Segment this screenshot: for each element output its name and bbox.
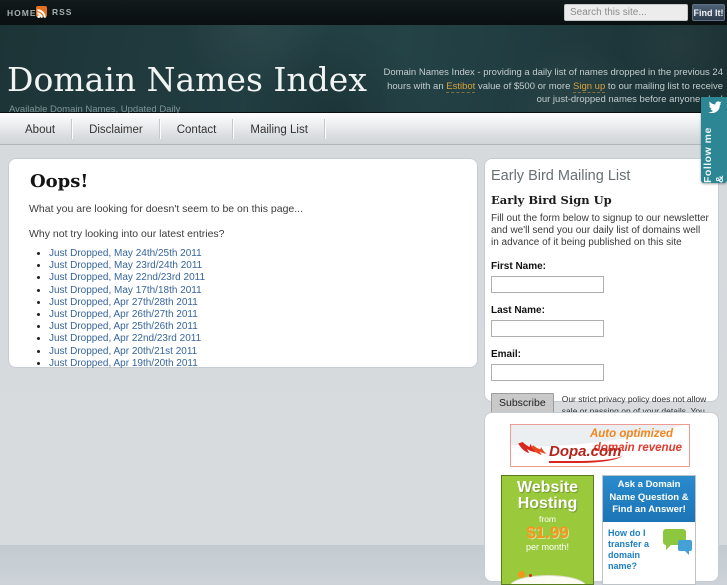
list-item: Just Dropped, May 24th/25th 2011	[49, 248, 477, 260]
search-button[interactable]: Find It!	[692, 4, 725, 21]
entry-link[interactable]: Just Dropped, May 22nd/23rd 2011	[49, 272, 205, 283]
mailing-list-panel: Early Bird Mailing List Early Bird Sign …	[484, 158, 719, 402]
entry-link[interactable]: Just Dropped, Apr 27th/28th 2011	[49, 297, 198, 308]
dopa-wing-icon	[517, 442, 547, 463]
header-desc-mid: value of $500 or more	[475, 81, 573, 92]
last-name-field[interactable]	[491, 320, 604, 337]
email-field[interactable]	[491, 364, 604, 381]
page-title: Oops!	[30, 171, 477, 192]
domain-question-ad[interactable]: Ask a Domain Name Question & Find an Ans…	[602, 475, 696, 585]
site-title: Domain Names Index	[7, 63, 367, 97]
list-item: Just Dropped, Apr 22nd/23rd 2011	[49, 333, 477, 345]
hosting-ad-per-month: per month!	[502, 542, 593, 552]
first-name-field[interactable]	[491, 276, 604, 293]
signup-form-intro: Fill out the form below to signup to our…	[491, 213, 709, 249]
nav-tab-about[interactable]: About	[8, 113, 72, 145]
follow-me-label: Follow me &	[702, 120, 726, 183]
nav-tab-about-label[interactable]: About	[25, 124, 55, 136]
hosting-ad-spark-graphic	[518, 571, 525, 578]
entry-link[interactable]: Just Dropped, Apr 19th/20th 2011	[49, 358, 198, 369]
rss-label: RSS	[52, 7, 72, 17]
home-link[interactable]: HOME	[7, 8, 37, 18]
dopa-brand-label: Dopa.com	[549, 443, 622, 463]
sidebar-title: Early Bird Mailing List	[491, 168, 718, 184]
qa-ad-body: How do I transfer a domain name?	[603, 522, 695, 572]
hosting-ad-price: $1.99	[502, 524, 593, 542]
list-item: Just Dropped, Apr 25th/26th 2011	[49, 321, 477, 333]
site-header: Domain Names Index Available Domain Name…	[0, 25, 727, 113]
rss-icon	[36, 6, 47, 17]
hosting-ad-title-line1: Website	[502, 479, 593, 496]
nav-tab-disclaimer-label[interactable]: Disclaimer	[89, 124, 143, 136]
entry-link[interactable]: Just Dropped, Apr 25th/26th 2011	[49, 321, 198, 332]
list-item: Just Dropped, Apr 26th/27th 2011	[49, 309, 477, 321]
first-name-label: First Name:	[491, 261, 718, 272]
header-description: Domain Names Index - providing a daily l…	[371, 66, 723, 107]
not-found-message: What you are looking for doesn't seem to…	[29, 203, 477, 215]
entry-link[interactable]: Just Dropped, Apr 22nd/23rd 2011	[49, 333, 201, 344]
list-item: Just Dropped, May 22nd/23rd 2011	[49, 272, 477, 284]
ads-panel: Auto optimized domain revenue Dopa.com W…	[484, 412, 719, 582]
twitter-bird-icon	[706, 100, 723, 118]
main-content-panel: Oops! What you are looking for doesn't s…	[8, 158, 478, 368]
rss-link[interactable]: RSS	[36, 6, 72, 17]
website-hosting-ad[interactable]: Website Hosting from $1.99 per month!	[501, 475, 594, 585]
entry-link[interactable]: Just Dropped, Apr 26th/27th 2011	[49, 309, 198, 320]
entry-link[interactable]: Just Dropped, May 17th/18th 2011	[49, 285, 202, 296]
list-item: Just Dropped, May 23rd/24th 2011	[49, 260, 477, 272]
list-item: Just Dropped, Apr 27th/28th 2011	[49, 297, 477, 309]
dopa-ad-line1: Auto optimized	[590, 428, 673, 440]
follow-me-ribbon[interactable]: Follow me &	[701, 97, 727, 183]
main-nav: About Disclaimer Contact Mailing List	[0, 113, 727, 145]
entry-link[interactable]: Just Dropped, May 23rd/24th 2011	[49, 260, 202, 271]
signup-link[interactable]: Sign up	[573, 81, 605, 93]
dopa-ad-banner[interactable]: Auto optimized domain revenue Dopa.com	[510, 424, 690, 467]
nav-tab-disclaimer[interactable]: Disclaimer	[72, 113, 160, 145]
chat-bubble-small-icon	[678, 540, 692, 551]
list-item: Just Dropped, Apr 19th/20th 2011	[49, 358, 477, 370]
signup-form-heading: Early Bird Sign Up	[491, 193, 718, 207]
nav-tab-mailing-list[interactable]: Mailing List	[233, 113, 325, 145]
nav-tabs: About Disclaimer Contact Mailing List	[0, 113, 727, 145]
nav-tab-mailing-list-label[interactable]: Mailing List	[250, 124, 308, 136]
entry-link[interactable]: Just Dropped, Apr 20th/21st 2011	[49, 346, 197, 357]
nav-tab-contact-label[interactable]: Contact	[177, 124, 217, 136]
email-label: Email:	[491, 349, 718, 360]
dopa-brand-row: Dopa.com	[517, 442, 622, 463]
list-item: Just Dropped, Apr 20th/21st 2011	[49, 346, 477, 358]
list-item: Just Dropped, May 17th/18th 2011	[49, 285, 477, 297]
entry-link[interactable]: Just Dropped, May 24th/25th 2011	[49, 248, 202, 259]
nav-tab-contact[interactable]: Contact	[160, 113, 234, 145]
latest-entries-list: Just Dropped, May 24th/25th 2011 Just Dr…	[33, 248, 477, 370]
last-name-label: Last Name:	[491, 305, 718, 316]
hosting-ad-title-line2: Hosting	[502, 496, 593, 512]
subscribe-button[interactable]: Subscribe	[491, 393, 554, 413]
qa-ad-header: Ask a Domain Name Question & Find an Ans…	[603, 476, 695, 522]
qa-ad-question: How do I transfer a domain name?	[608, 528, 660, 572]
estibot-link[interactable]: Estibot	[446, 81, 475, 93]
latest-entries-prompt: Why not try looking into our latest entr…	[29, 228, 477, 240]
top-bar: HOME RSS Find It!	[0, 0, 727, 25]
search-input[interactable]	[564, 4, 688, 21]
